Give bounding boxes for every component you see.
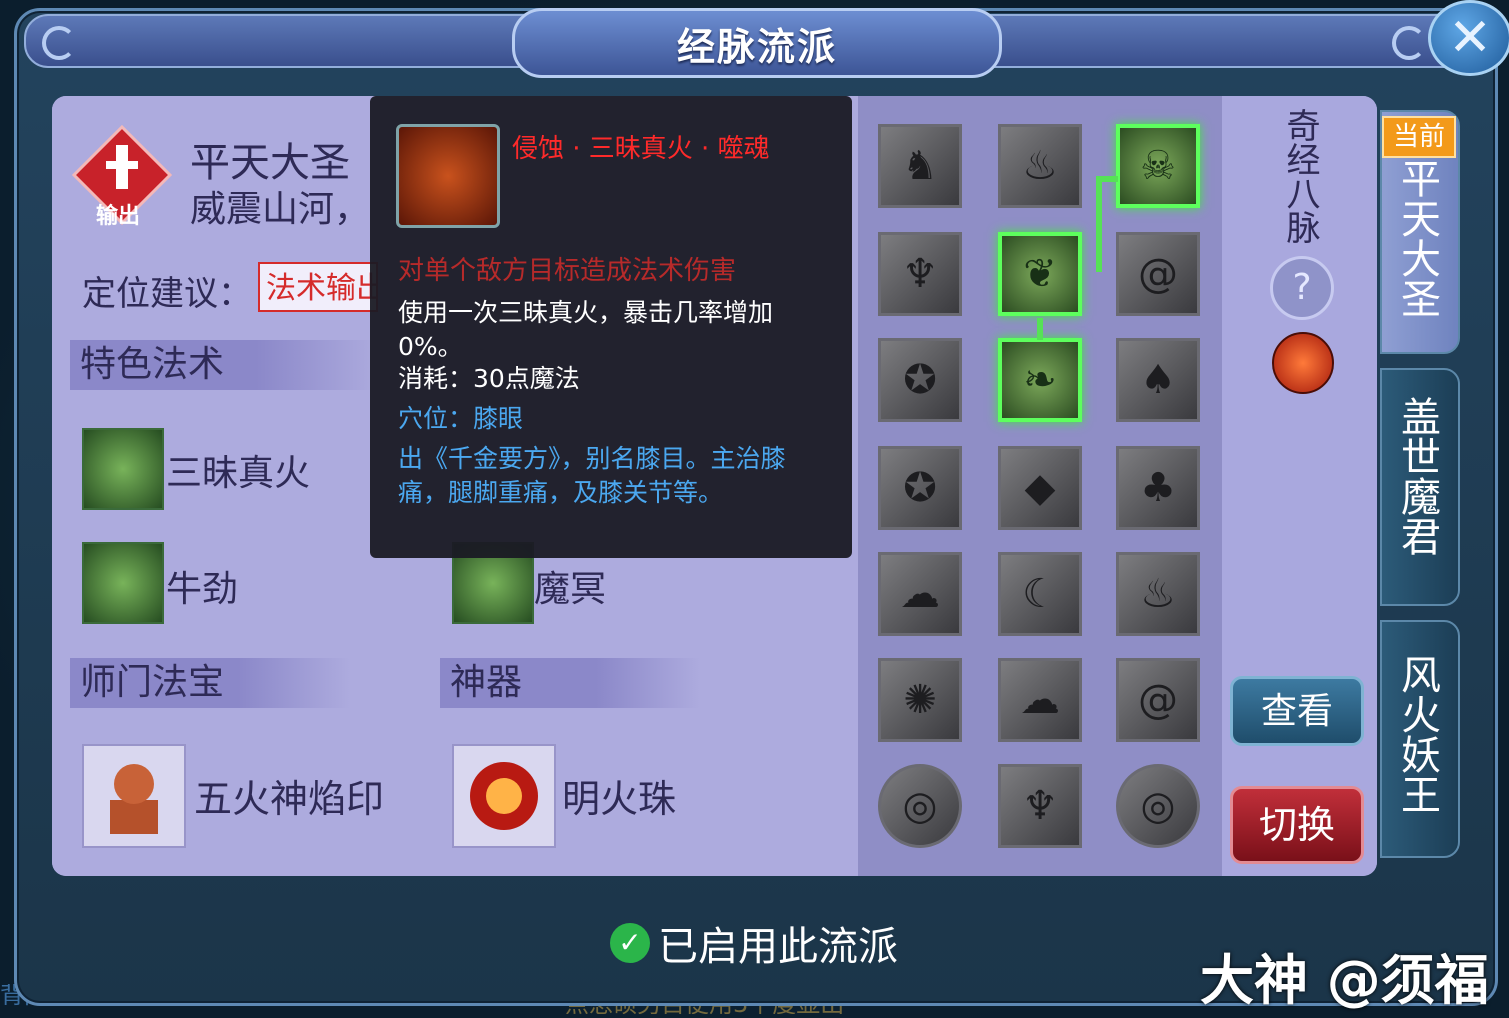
seal2-meridian-icon[interactable]: ✪ [878,446,962,530]
triple-fire-skill-icon[interactable] [82,428,164,510]
skill-name: 魔冥 [534,569,607,610]
meridian-link [1096,176,1102,272]
school-treasure-header: 师门法宝 [70,658,350,708]
school-desc: 威震山河， [190,189,371,230]
spiral-meridian-icon[interactable]: @ [1116,658,1200,742]
position-value: 法术输出 [258,262,378,312]
tab-label: 盖世魔君 [1394,396,1440,556]
tooltip-description: 出《千金要方》，别名膝目。主治膝痛，腿脚重痛，及膝关节等。 [398,444,786,507]
orb2-meridian-icon[interactable]: ◎ [1116,764,1200,848]
treasure-slot[interactable] [82,744,186,848]
position-label: 定位建议： [82,274,252,314]
watermark: 大神 @须福 [1200,949,1489,1012]
role-badge-label: 输出 [96,204,141,229]
man-meridian-icon[interactable]: ♞ [878,124,962,208]
demon-meridian-icon[interactable]: ☠ [1116,124,1200,208]
inferno-meridian-icon[interactable]: ♨ [1116,552,1200,636]
bull-strength-skill-icon[interactable] [82,542,164,624]
seal-meridian-icon[interactable]: ✪ [878,338,962,422]
flame-meridian-icon[interactable]: ♠ [1116,338,1200,422]
fire-pearl-icon [470,762,538,830]
tooltip-skill-icon [396,124,500,228]
herb-meridian-icon[interactable]: ❧ [998,338,1082,422]
tab-label: 平天大圣 [1394,158,1440,318]
claw-meridian-icon[interactable]: ♆ [998,764,1082,848]
special-spell-header: 特色法术 [70,340,380,390]
artifact-header: 神器 [440,658,700,708]
swirl-meridian-icon[interactable]: @ [1116,232,1200,316]
fire-wall-meridian-icon[interactable]: ♆ [878,232,962,316]
status-line: ✓ 已启用此流派 [610,914,898,972]
skill-name: 三昧真火 [166,453,311,494]
swirl-ornament-icon [42,26,76,60]
rock-meridian-icon[interactable]: ◆ [998,446,1082,530]
current-badge: 当前 [1382,116,1456,158]
cloud-meridian-icon[interactable]: ☁ [878,552,962,636]
switch-button[interactable]: 切换 [1230,786,1364,864]
view-button[interactable]: 查看 [1230,676,1364,746]
tooltip-cost: 消耗：30点魔法 [398,364,580,393]
moon-meridian-icon[interactable]: ☾ [998,552,1082,636]
tooltip-effect: 使用一次三昧真火，暴击几率增加0%。 [398,298,774,361]
cloud2-meridian-icon[interactable]: ☁ [998,658,1082,742]
bowl-meridian-icon[interactable]: ♨ [998,124,1082,208]
window-title: 经脉流派 [676,24,837,69]
tooltip-title: 侵蚀 · 三昧真火 · 噬魂 [512,134,770,164]
burst-meridian-icon[interactable]: ✺ [878,658,962,742]
swirl-ornament-icon [1392,26,1426,60]
meridian-link [1037,318,1043,340]
tooltip-struck-line: 对单个敌方目标造成法术伤害 [398,256,737,286]
check-icon: ✓ [610,923,650,963]
seal-treasure-icon [110,764,158,834]
tab-label: 风火妖王 [1394,654,1440,814]
artifact-name: 明火珠 [562,777,677,821]
tooltip-acupoint: 穴位：膝眼 [398,404,524,433]
meridian-link [1096,176,1118,182]
skill-name: 牛劲 [166,569,239,610]
treasure-name: 五火神焰印 [194,777,385,821]
fire-school-icon [1272,332,1334,394]
help-button[interactable]: ? [1270,256,1334,320]
close-button[interactable]: ✕ [1428,0,1509,76]
close-icon: ✕ [1448,8,1492,68]
qijing-label: 奇经八脉 [1280,108,1320,244]
title-plate: 经脉流派 [512,8,1002,78]
blaze-meridian-icon[interactable]: ♣ [1116,446,1200,530]
status-text: 已启用此流派 [658,924,898,970]
artifact-slot[interactable] [452,744,556,848]
orb-meridian-icon[interactable]: ◎ [878,764,962,848]
leaf-meridian-icon[interactable]: ❦ [998,232,1082,316]
